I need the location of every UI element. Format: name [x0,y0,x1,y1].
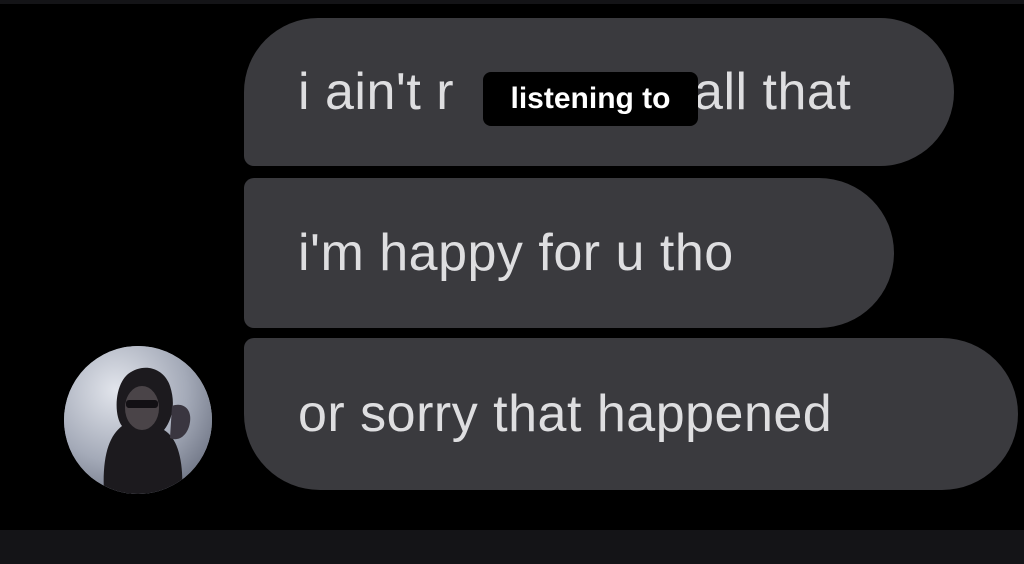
overlay-caption: listening to [483,72,698,126]
bottom-bar [0,530,1024,564]
overlay-caption-text: listening to [510,82,671,115]
profile-photo-avatar-icon [64,346,212,494]
message-text-3: or sorry that happened [298,385,833,443]
message-bubble-3[interactable]: or sorry that happened [244,338,1018,490]
top-edge-strip [0,0,1024,4]
message-text-1-start: i ain't r [298,63,455,121]
message-text-2: i'm happy for u tho [298,224,734,282]
message-text-1-end: all that [694,63,852,121]
sender-avatar[interactable] [64,346,212,494]
message-bubble-2[interactable]: i'm happy for u tho [244,178,894,328]
